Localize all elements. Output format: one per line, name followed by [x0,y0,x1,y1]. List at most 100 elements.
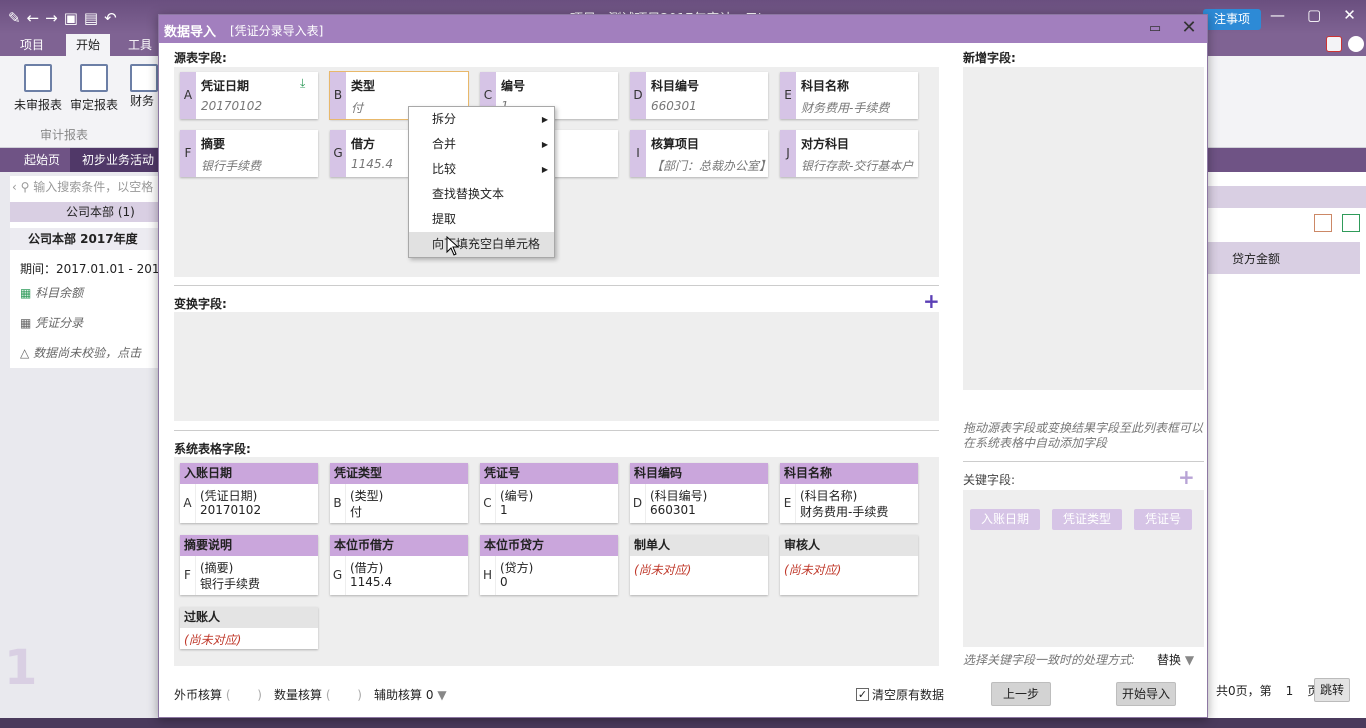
quantity-field[interactable]: 数量核算 ( ) [274,686,362,703]
divider [174,430,939,431]
transform-fields-area [174,312,939,421]
quick-access-toolbar: ✎ ← → ▣ ▤ ↶ [8,9,117,27]
menu-item-extract[interactable]: 提取 [409,207,554,232]
new-fields-hint: 拖动源表字段或变换结果字段至此列表框可以在系统表格中自动添加字段 [963,421,1204,450]
ribbon-group-label: 审计报表 [40,128,89,142]
maximize-icon[interactable]: ▭ [1145,19,1165,39]
status-bar [0,718,1366,728]
source-fields-area: A凭证日期20170102⤓ B类型付 C编号1 D科目编号660301 E科目… [174,67,939,277]
context-menu: 拆分 ▶ 合并 ▶ 比较 ▶ 查找替换文本 提取 向下填充空白单元格 [408,106,555,258]
source-field-card[interactable]: J 对方科目 银行存款-交行基本户 [780,130,918,177]
voucher-item[interactable]: ▦ 凭证分录 [20,314,83,331]
key-field-chip[interactable]: 凭证类型 [1052,509,1122,530]
ribbon-tab-tools[interactable]: 工具 [118,34,162,56]
source-field-card[interactable]: I 核算项目 【部门：总裁办公室】 [630,130,771,177]
search-icon: ‹ ⚲ [12,180,34,194]
report-search-icon [80,64,108,92]
key-field-chip[interactable]: 入账日期 [970,509,1040,530]
save-all-icon[interactable]: ▤ [84,9,98,27]
menu-item-fill-down[interactable]: 向下填充空白单元格 [409,232,554,257]
foreign-currency-field[interactable]: 外币核算 ( ) [174,686,262,703]
audited-report-button[interactable]: 审定报表 [66,64,122,113]
excel-icon[interactable] [1342,214,1360,232]
validation-item[interactable]: △ 数据尚未校验，点击 [20,344,141,361]
finance-button[interactable]: 财务 [130,64,158,109]
help-icon[interactable] [1348,36,1364,52]
submenu-arrow-icon: ▶ [541,165,548,174]
aux-accounting-select[interactable]: 辅助核算 0 ▼ [374,686,447,703]
divider [174,285,939,286]
new-fields-area [963,67,1204,390]
undo-icon[interactable]: ↶ [104,9,117,27]
notice-button[interactable]: 注事项 [1203,9,1261,30]
back-icon[interactable]: ← [27,9,40,27]
company-tab[interactable]: 公司本部 (1) [10,202,158,222]
right-toolbar [1208,186,1366,208]
close-icon[interactable]: ✕ [1178,17,1200,39]
feedback-icon[interactable] [1326,36,1342,52]
divider [963,461,1204,462]
import-icon: ⤓ [300,76,306,90]
menu-item-merge[interactable]: 合并 ▶ [409,132,554,157]
year-title: 公司本部 2017年度 [10,228,158,250]
start-import-button[interactable]: 开始导入 [1116,682,1176,706]
chevron-down-icon: ▼ [1184,653,1195,667]
ribbon-tab-project[interactable]: 项目 [10,34,54,56]
key-handling-select[interactable]: 替换 ▼ [1157,651,1194,668]
key-handling-label: 选择关键字段一致时的处理方式: [963,653,1136,667]
app-logo-icon: ✎ [8,9,21,27]
system-field-card[interactable]: 审核人 (尚未对应) [780,535,918,595]
submenu-arrow-icon: ▶ [541,140,548,149]
add-key-icon[interactable]: + [1178,467,1195,487]
ribbon-tab-start[interactable]: 开始 [66,34,111,56]
export-icon[interactable] [1314,214,1332,232]
system-field-card[interactable]: 制单人 (尚未对应) [630,535,768,595]
system-field-card[interactable]: 本位币借方 G (借方) 1145.4 [330,535,468,595]
data-import-dialog: 数据导入 [凭证分录导入表] ▭ ✕ 源表字段: A 凭证日期 20170102 ⤓ … [158,14,1208,718]
system-field-card[interactable]: 科目编码 D (科目编号) 660301 [630,463,768,523]
chevron-down-icon: ▼ [437,688,447,702]
system-field-card[interactable]: 凭证类型 B (类型) 付 [330,463,468,523]
system-field-card[interactable]: 摘要说明 F (摘要) 银行手续费 [180,535,318,595]
close-icon[interactable]: ✕ [1343,6,1356,24]
source-field-card[interactable]: A 凭证日期 20170102 ⤓ [180,72,318,119]
system-field-card[interactable]: 过账人 (尚未对应) [180,607,318,649]
prev-button[interactable]: 上一步 [991,682,1051,706]
balance-item[interactable]: ▦ 科目余额 [20,284,83,301]
left-panel: ‹ ⚲ 输入搜索条件，以空格 公司本部 (1) 公司本部 2017年度 期间：2… [10,176,160,368]
save-icon[interactable]: ▣ [64,9,78,27]
window-controls: — ▢ ✕ [1270,6,1356,24]
clear-data-label: 清空原有数据 [872,688,945,702]
unaudited-report-button[interactable]: 未审报表 [10,64,66,113]
table-header [1208,242,1360,274]
dialog-title: 数据导入 [164,25,217,40]
source-field-card[interactable]: E 科目名称 财务费用-手续费 [780,72,918,119]
finance-icon [130,64,158,92]
system-field-card[interactable]: 凭证号 C (编号) 1 [480,463,618,523]
system-field-card[interactable]: 科目名称 E (科目名称) 财务费用-手续费 [780,463,918,523]
forward-icon[interactable]: → [45,9,58,27]
minimize-icon[interactable]: — [1270,6,1285,24]
clear-data-checkbox[interactable]: ✓ [856,688,869,701]
tab-start-page[interactable]: 起始页 [12,148,72,172]
menu-item-split[interactable]: 拆分 ▶ [409,107,554,132]
add-transform-icon[interactable]: + [923,291,940,311]
search-input[interactable]: ‹ ⚲ 输入搜索条件，以空格 [10,176,158,198]
submenu-arrow-icon: ▶ [541,115,548,124]
key-field-chip[interactable]: 凭证号 [1134,509,1192,530]
tab-preliminary[interactable]: 初步业务活动 [70,148,167,172]
dialog-subtitle: [凭证分录导入表] [230,24,324,38]
jump-button[interactable]: 跳转 [1314,678,1350,702]
pagination: 共0页，第 1 页 [1216,684,1319,698]
column-credit-amount: 贷方金额 [1232,252,1281,266]
source-field-card[interactable]: F 摘要 银行手续费 [180,130,318,177]
warning-icon: △ [20,346,30,360]
maximize-icon[interactable]: ▢ [1307,6,1321,24]
menu-item-find-replace[interactable]: 查找替换文本 [409,182,554,207]
system-field-card[interactable]: 本位币贷方 H (贷方) 0 [480,535,618,595]
source-field-card[interactable]: D 科目编号 660301 [630,72,768,119]
system-field-card[interactable]: 入账日期 A (凭证日期) 20170102 [180,463,318,523]
menu-item-compare[interactable]: 比较 ▶ [409,157,554,182]
dialog-titlebar: 数据导入 [凭证分录导入表] ▭ ✕ [159,15,1207,43]
transform-fields-label: 变换字段: [174,297,227,311]
